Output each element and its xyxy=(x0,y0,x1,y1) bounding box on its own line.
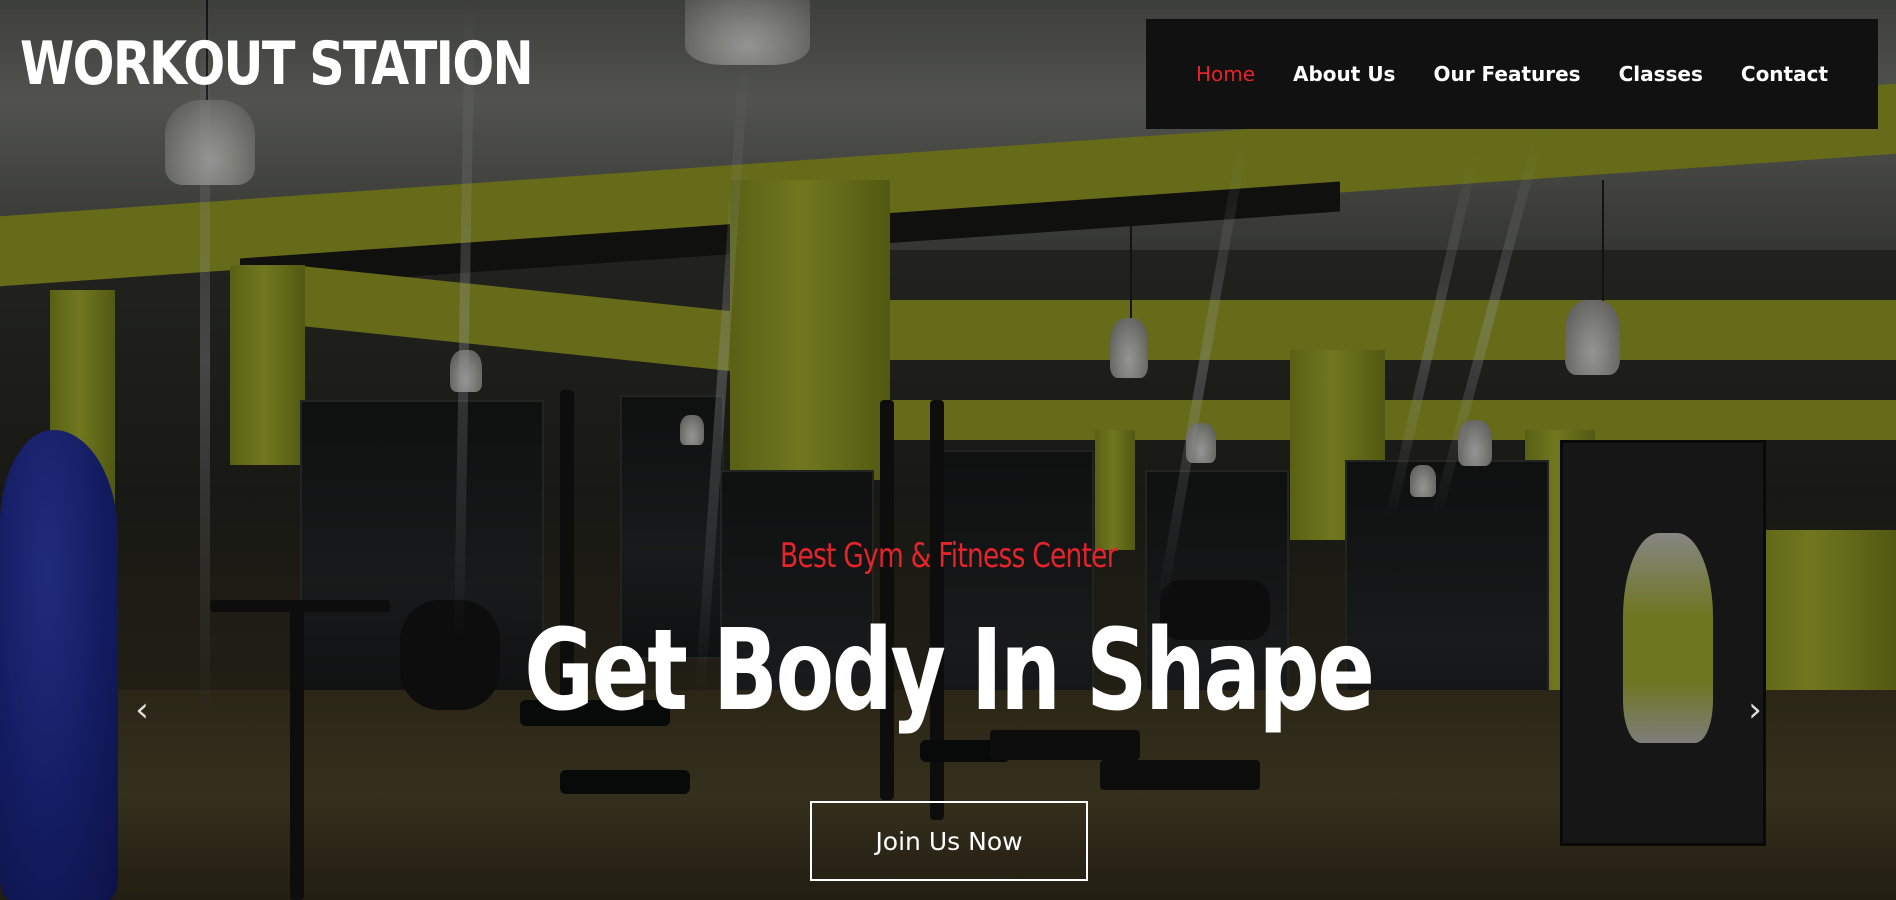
nav-item-about-us[interactable]: About Us xyxy=(1293,62,1395,86)
hero-slider: WORKOUT STATION Home About Us Our Featur… xyxy=(0,0,1896,900)
carousel-prev-button[interactable]: ‹ xyxy=(122,690,162,730)
nav-item-contact[interactable]: Contact xyxy=(1741,62,1828,86)
dark-overlay xyxy=(0,0,1896,900)
hero-headline: Get Body In Shape xyxy=(524,606,1375,736)
join-us-button[interactable]: Join Us Now xyxy=(810,801,1088,881)
chevron-right-icon: › xyxy=(1748,690,1762,730)
main-nav: Home About Us Our Features Classes Conta… xyxy=(1146,19,1878,129)
nav-item-classes[interactable]: Classes xyxy=(1619,62,1703,86)
site-logo[interactable]: WORKOUT STATION xyxy=(20,34,534,94)
nav-item-home[interactable]: Home xyxy=(1196,62,1255,86)
chevron-left-icon: ‹ xyxy=(135,690,149,730)
hero-subtitle: Best Gym & Fitness Center xyxy=(780,536,1118,576)
nav-item-our-features[interactable]: Our Features xyxy=(1433,62,1580,86)
carousel-next-button[interactable]: › xyxy=(1735,690,1775,730)
